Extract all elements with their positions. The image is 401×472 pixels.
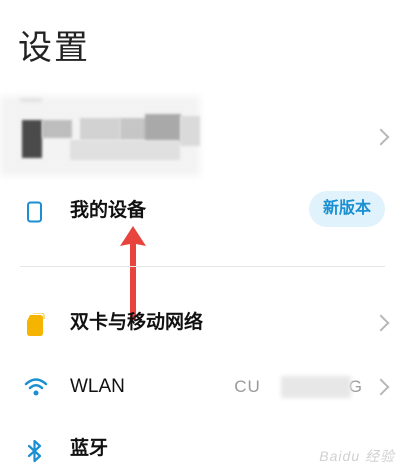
- wlan-network-blur: [281, 376, 351, 398]
- wlan-value-start: CU: [234, 377, 261, 396]
- dual-sim-row[interactable]: 双卡与移动网络: [0, 298, 401, 348]
- wifi-icon: [24, 377, 48, 399]
- account-blur-3: [42, 120, 72, 138]
- account-blur-7: [70, 140, 180, 160]
- new-version-badge[interactable]: 新版本: [308, 191, 385, 227]
- watermark: Baidu 经验: [319, 448, 395, 464]
- page-title: 设置: [18, 29, 90, 67]
- settings-screen: 设置 我的设备 新版本 双卡与移动网络 WLAN CU G 蓝牙 Baidu 经…: [0, 0, 401, 472]
- my-device-row[interactable]: 我的设备 新版本: [0, 186, 401, 236]
- account-blur-4: [80, 118, 120, 140]
- phone-outline-icon: [24, 201, 46, 223]
- chevron-right-icon: [372, 128, 390, 146]
- section-divider: [20, 266, 385, 267]
- dual-sim-label: 双卡与移动网络: [70, 312, 204, 333]
- wlan-label: WLAN: [70, 376, 125, 397]
- account-blur-8: [180, 116, 200, 146]
- account-row[interactable]: [0, 96, 401, 176]
- chevron-right-icon: [372, 314, 390, 332]
- account-blur-6: [145, 114, 181, 142]
- bluetooth-icon: [24, 439, 46, 463]
- chevron-right-icon: [372, 378, 390, 396]
- wlan-row[interactable]: WLAN CU G: [0, 362, 401, 412]
- account-blur-2: [22, 120, 42, 158]
- bluetooth-label: 蓝牙: [70, 438, 109, 459]
- sim-card-icon: [24, 312, 46, 336]
